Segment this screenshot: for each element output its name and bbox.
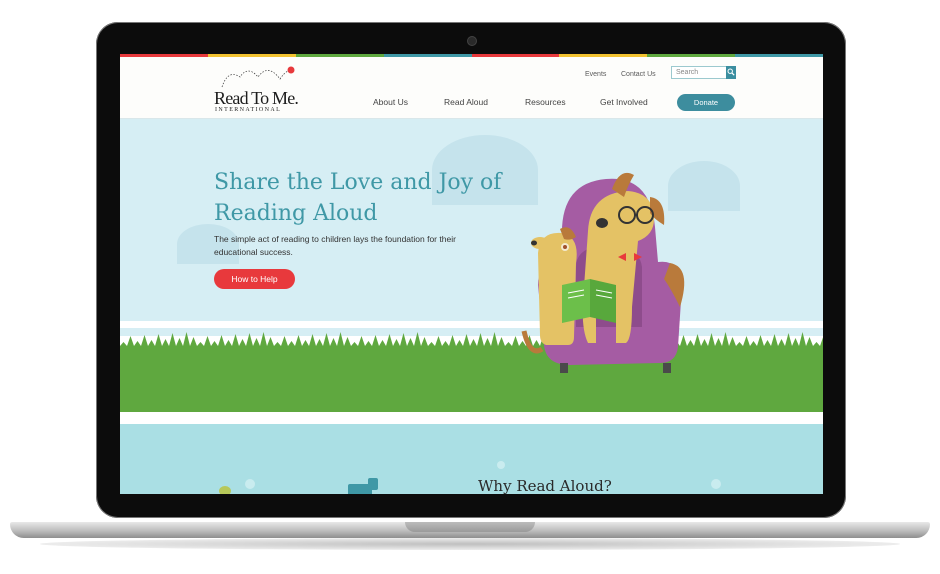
search-icon bbox=[727, 68, 735, 76]
telescope-icon bbox=[348, 478, 378, 494]
website-screen: Read To Me. INTERNATIONAL Events Contact… bbox=[120, 54, 823, 494]
search-button[interactable] bbox=[726, 66, 736, 79]
logo-text: Read To Me. bbox=[214, 88, 299, 108]
events-link[interactable]: Events bbox=[585, 71, 606, 78]
nav-read-aloud[interactable]: Read Aloud bbox=[444, 97, 488, 107]
logo-arc-icon bbox=[221, 66, 295, 88]
bubble-decoration bbox=[711, 479, 721, 489]
grass-decoration bbox=[120, 332, 823, 412]
bubble-decoration bbox=[497, 461, 505, 469]
section-title: Why Read Aloud? bbox=[478, 477, 612, 494]
search-input[interactable]: Search bbox=[671, 66, 727, 79]
nav-about-us[interactable]: About Us bbox=[373, 97, 408, 107]
dog-reading-illustration bbox=[521, 172, 685, 373]
webcam-icon bbox=[468, 37, 476, 45]
logo-subtitle: INTERNATIONAL bbox=[215, 107, 282, 113]
nav-get-involved[interactable]: Get Involved bbox=[600, 97, 648, 107]
logo[interactable]: Read To Me. INTERNATIONAL bbox=[214, 63, 304, 113]
bird-icon bbox=[219, 486, 231, 494]
nav-resources[interactable]: Resources bbox=[525, 97, 566, 107]
site-header: Read To Me. INTERNATIONAL Events Contact… bbox=[120, 57, 823, 119]
laptop-notch bbox=[405, 522, 535, 532]
section-divider bbox=[120, 412, 823, 424]
hero-title: Share the Love and Joy of Reading Aloud bbox=[214, 170, 502, 226]
why-read-aloud-section: Why Read Aloud? bbox=[120, 424, 823, 494]
bubble-decoration bbox=[245, 479, 255, 489]
how-to-help-button[interactable]: How to Help bbox=[214, 269, 295, 289]
contact-us-link[interactable]: Contact Us bbox=[621, 71, 656, 78]
hero: Share the Love and Joy of Reading Aloud … bbox=[120, 119, 823, 321]
laptop-shadow bbox=[40, 538, 900, 550]
donate-button[interactable]: Donate bbox=[677, 94, 735, 111]
hero-text: The simple act of reading to children la… bbox=[214, 234, 456, 257]
